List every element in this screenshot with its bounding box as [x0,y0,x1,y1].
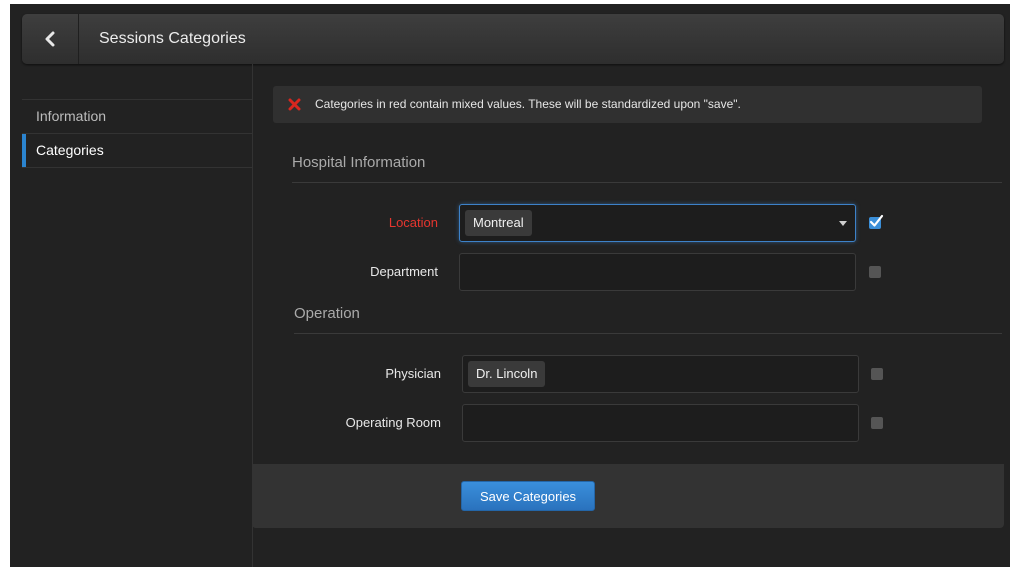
location-label: Location [388,215,438,230]
location-select[interactable]: Montreal [459,204,856,242]
operating-room-field[interactable] [462,404,859,442]
mixed-values-alert: Categories in red contain mixed values. … [273,86,982,123]
page-title: Sessions Categories [99,30,246,47]
sidebar-item-information[interactable]: Information [22,99,252,133]
form-footer: Save Categories [252,464,1004,528]
alert-message: Categories in red contain mixed values. … [315,97,741,111]
red-x-icon [288,98,301,111]
section-title-hospital-information: Hospital Information [292,154,426,171]
department-checkbox[interactable] [869,266,881,278]
sidebar-nav: Information Categories [22,99,252,168]
location-value-tag[interactable]: Montreal [465,210,532,236]
sidebar: Information Categories [22,64,253,567]
physician-label: Physician [385,366,441,381]
operating-room-checkbox[interactable] [871,417,883,429]
department-label: Department [370,264,438,279]
chevron-left-icon [45,31,55,47]
title-bar: Sessions Categories [22,14,1004,64]
caret-down-icon [839,221,847,226]
back-button[interactable] [22,14,79,64]
location-checkbox[interactable] [869,214,884,229]
section-divider [292,182,1002,183]
department-field[interactable] [459,253,856,291]
checkmark-icon [869,214,884,227]
section-divider [294,333,1002,334]
physician-checkbox[interactable] [871,368,883,380]
operating-room-label: Operating Room [345,415,441,430]
app-window: Sessions Categories Information Categori… [10,4,1010,567]
physician-field[interactable]: Dr. Lincoln [462,355,859,393]
section-title-operation: Operation [294,305,360,322]
physician-value-tag[interactable]: Dr. Lincoln [468,361,546,387]
sidebar-item-categories[interactable]: Categories [22,133,252,168]
save-categories-button[interactable]: Save Categories [461,481,595,511]
